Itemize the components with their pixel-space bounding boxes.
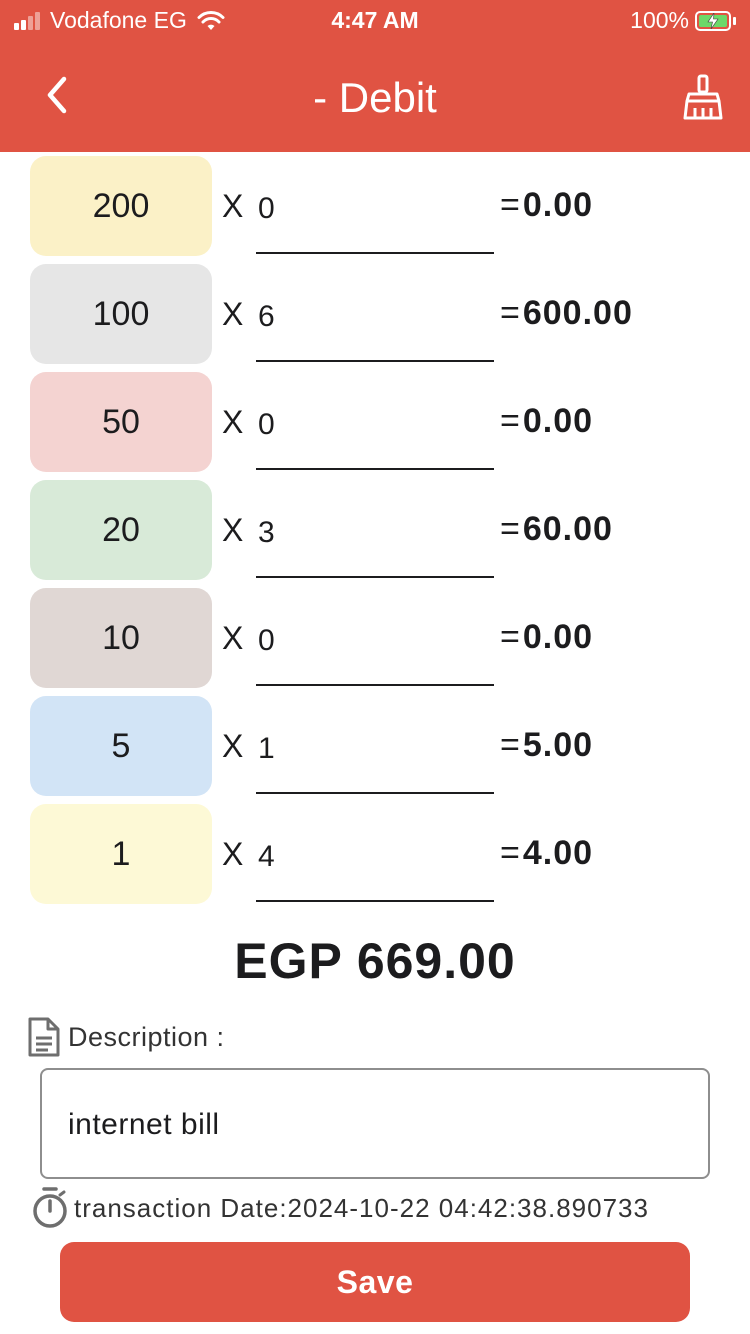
denomination-row: 50 X 0 =0.00 bbox=[0, 372, 750, 480]
quantity-value: 3 bbox=[258, 516, 275, 549]
denomination-row: 200 X 0 =0.00 bbox=[0, 156, 750, 264]
denomination-row: 1 X 4 =4.00 bbox=[0, 804, 750, 912]
quantity-input[interactable]: 0 bbox=[256, 608, 494, 686]
quantity-value: 0 bbox=[258, 624, 275, 657]
row-amount: 0.00 bbox=[522, 618, 594, 656]
description-value: internet bill bbox=[68, 1108, 220, 1141]
quantity-input[interactable]: 6 bbox=[256, 284, 494, 362]
row-amount: 0.00 bbox=[522, 186, 594, 224]
equals-sign: = bbox=[500, 726, 520, 764]
denomination-chip: 200 bbox=[30, 156, 212, 256]
clear-button[interactable] bbox=[678, 70, 728, 124]
nav-bar: - Debit bbox=[0, 40, 750, 152]
multiply-sign: X bbox=[222, 728, 244, 764]
denomination-row: 10 X 0 =0.00 bbox=[0, 588, 750, 696]
row-result: =4.00 bbox=[500, 834, 593, 873]
page-title: - Debit bbox=[313, 74, 437, 121]
quantity-input[interactable]: 1 bbox=[256, 716, 494, 794]
quantity-value: 0 bbox=[258, 408, 275, 441]
multiply-sign: X bbox=[222, 512, 244, 548]
multiply-sign: X bbox=[222, 296, 244, 332]
denomination-list: 200 X 0 =0.00 100 X 6 =600.00 50 X 0 =0.… bbox=[0, 156, 750, 912]
save-button[interactable]: Save bbox=[60, 1242, 690, 1322]
transaction-date-row: transaction Date:2024-10-22 04:42:38.890… bbox=[30, 1186, 649, 1230]
quantity-input[interactable]: 4 bbox=[256, 824, 494, 902]
status-bar: Vodafone EG 4:47 AM 100% bbox=[0, 0, 750, 40]
denomination-chip: 20 bbox=[30, 480, 212, 580]
multiply-sign: X bbox=[222, 620, 244, 656]
broom-icon bbox=[683, 74, 723, 120]
row-result: =0.00 bbox=[500, 402, 593, 441]
quantity-value: 6 bbox=[258, 300, 275, 333]
total-amount: EGP 669.00 bbox=[234, 933, 516, 989]
quantity-value: 4 bbox=[258, 840, 275, 873]
denomination-chip: 50 bbox=[30, 372, 212, 472]
row-result: =0.00 bbox=[500, 186, 593, 225]
description-label-row: Description : bbox=[26, 1016, 225, 1058]
row-result: =60.00 bbox=[500, 510, 613, 549]
battery-cap bbox=[733, 16, 736, 25]
row-result: =600.00 bbox=[500, 294, 633, 333]
row-result: =5.00 bbox=[500, 726, 593, 765]
quantity-input[interactable]: 0 bbox=[256, 176, 494, 254]
row-amount: 0.00 bbox=[522, 402, 594, 440]
quantity-value: 0 bbox=[258, 192, 275, 225]
description-label: Description : bbox=[68, 1021, 225, 1052]
denomination-chip: 1 bbox=[30, 804, 212, 904]
equals-sign: = bbox=[500, 834, 520, 872]
row-amount: 600.00 bbox=[522, 294, 633, 332]
denomination-row: 20 X 3 =60.00 bbox=[0, 480, 750, 588]
app-header: Vodafone EG 4:47 AM 100% - Debit bbox=[0, 0, 750, 152]
multiply-sign: X bbox=[222, 188, 244, 224]
equals-sign: = bbox=[500, 402, 520, 440]
equals-sign: = bbox=[500, 186, 520, 224]
quantity-input[interactable]: 3 bbox=[256, 500, 494, 578]
status-right: 100% bbox=[630, 7, 736, 34]
multiply-sign: X bbox=[222, 404, 244, 440]
denomination-row: 100 X 6 =600.00 bbox=[0, 264, 750, 372]
row-amount: 4.00 bbox=[522, 834, 594, 872]
denomination-row: 5 X 1 =5.00 bbox=[0, 696, 750, 804]
quantity-value: 1 bbox=[258, 732, 275, 765]
battery-percent: 100% bbox=[630, 7, 689, 33]
stopwatch-icon bbox=[33, 1187, 67, 1228]
quantity-input[interactable]: 0 bbox=[256, 392, 494, 470]
transaction-date: transaction Date:2024-10-22 04:42:38.890… bbox=[74, 1192, 649, 1223]
denomination-chip: 100 bbox=[30, 264, 212, 364]
document-icon bbox=[28, 1017, 60, 1057]
multiply-sign: X bbox=[222, 836, 244, 872]
description-input[interactable]: internet bill bbox=[40, 1068, 710, 1179]
denomination-chip: 10 bbox=[30, 588, 212, 688]
denomination-chip: 5 bbox=[30, 696, 212, 796]
equals-sign: = bbox=[500, 618, 520, 656]
row-result: =0.00 bbox=[500, 618, 593, 657]
equals-sign: = bbox=[500, 510, 520, 548]
battery-charging-icon bbox=[695, 10, 731, 31]
row-amount: 5.00 bbox=[522, 726, 594, 764]
equals-sign: = bbox=[500, 294, 520, 332]
row-amount: 60.00 bbox=[522, 510, 613, 548]
